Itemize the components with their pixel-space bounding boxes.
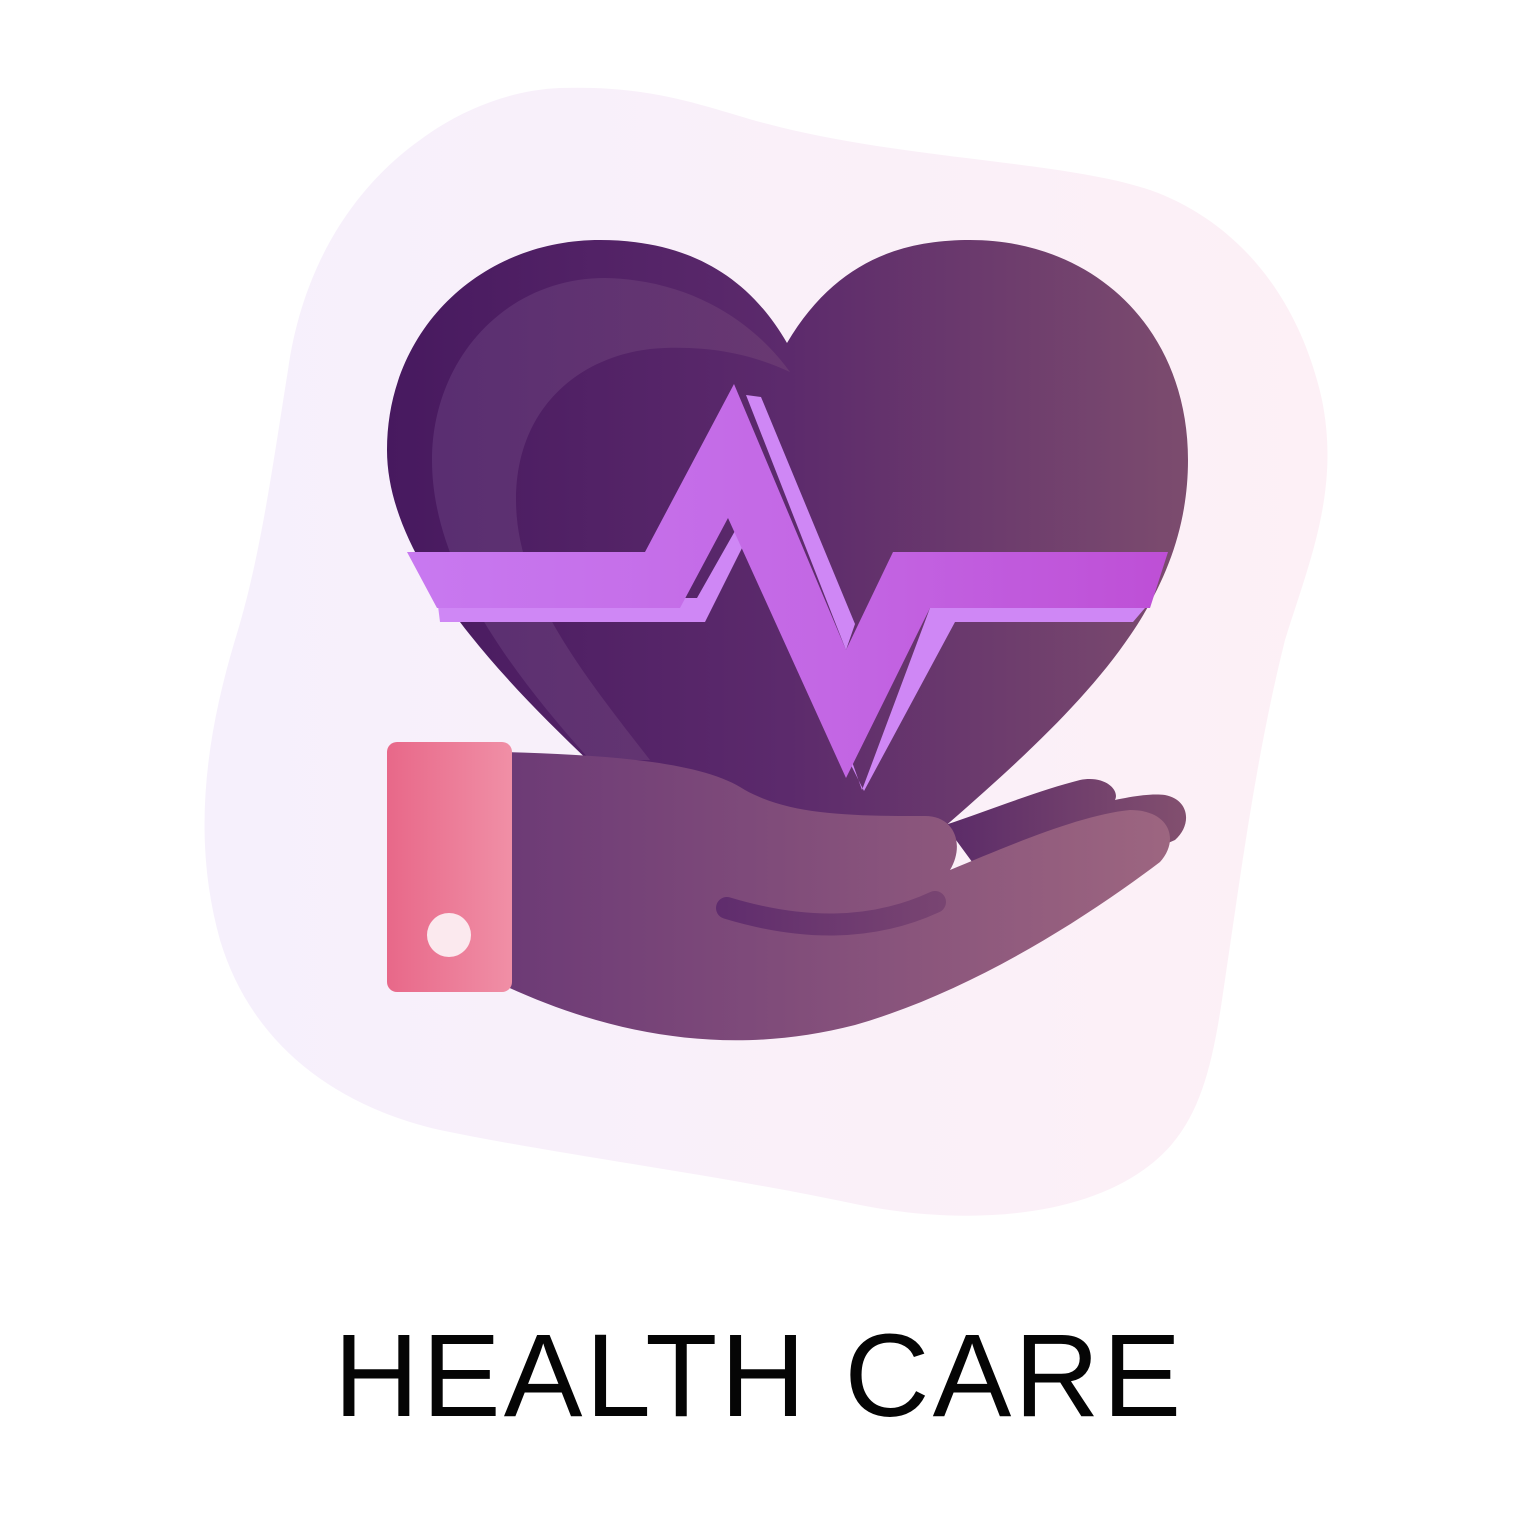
health-care-illustration bbox=[204, 87, 1328, 1216]
sleeve-cuff-icon bbox=[387, 742, 512, 992]
caption-title: HEALTH CARE bbox=[333, 1310, 1185, 1442]
